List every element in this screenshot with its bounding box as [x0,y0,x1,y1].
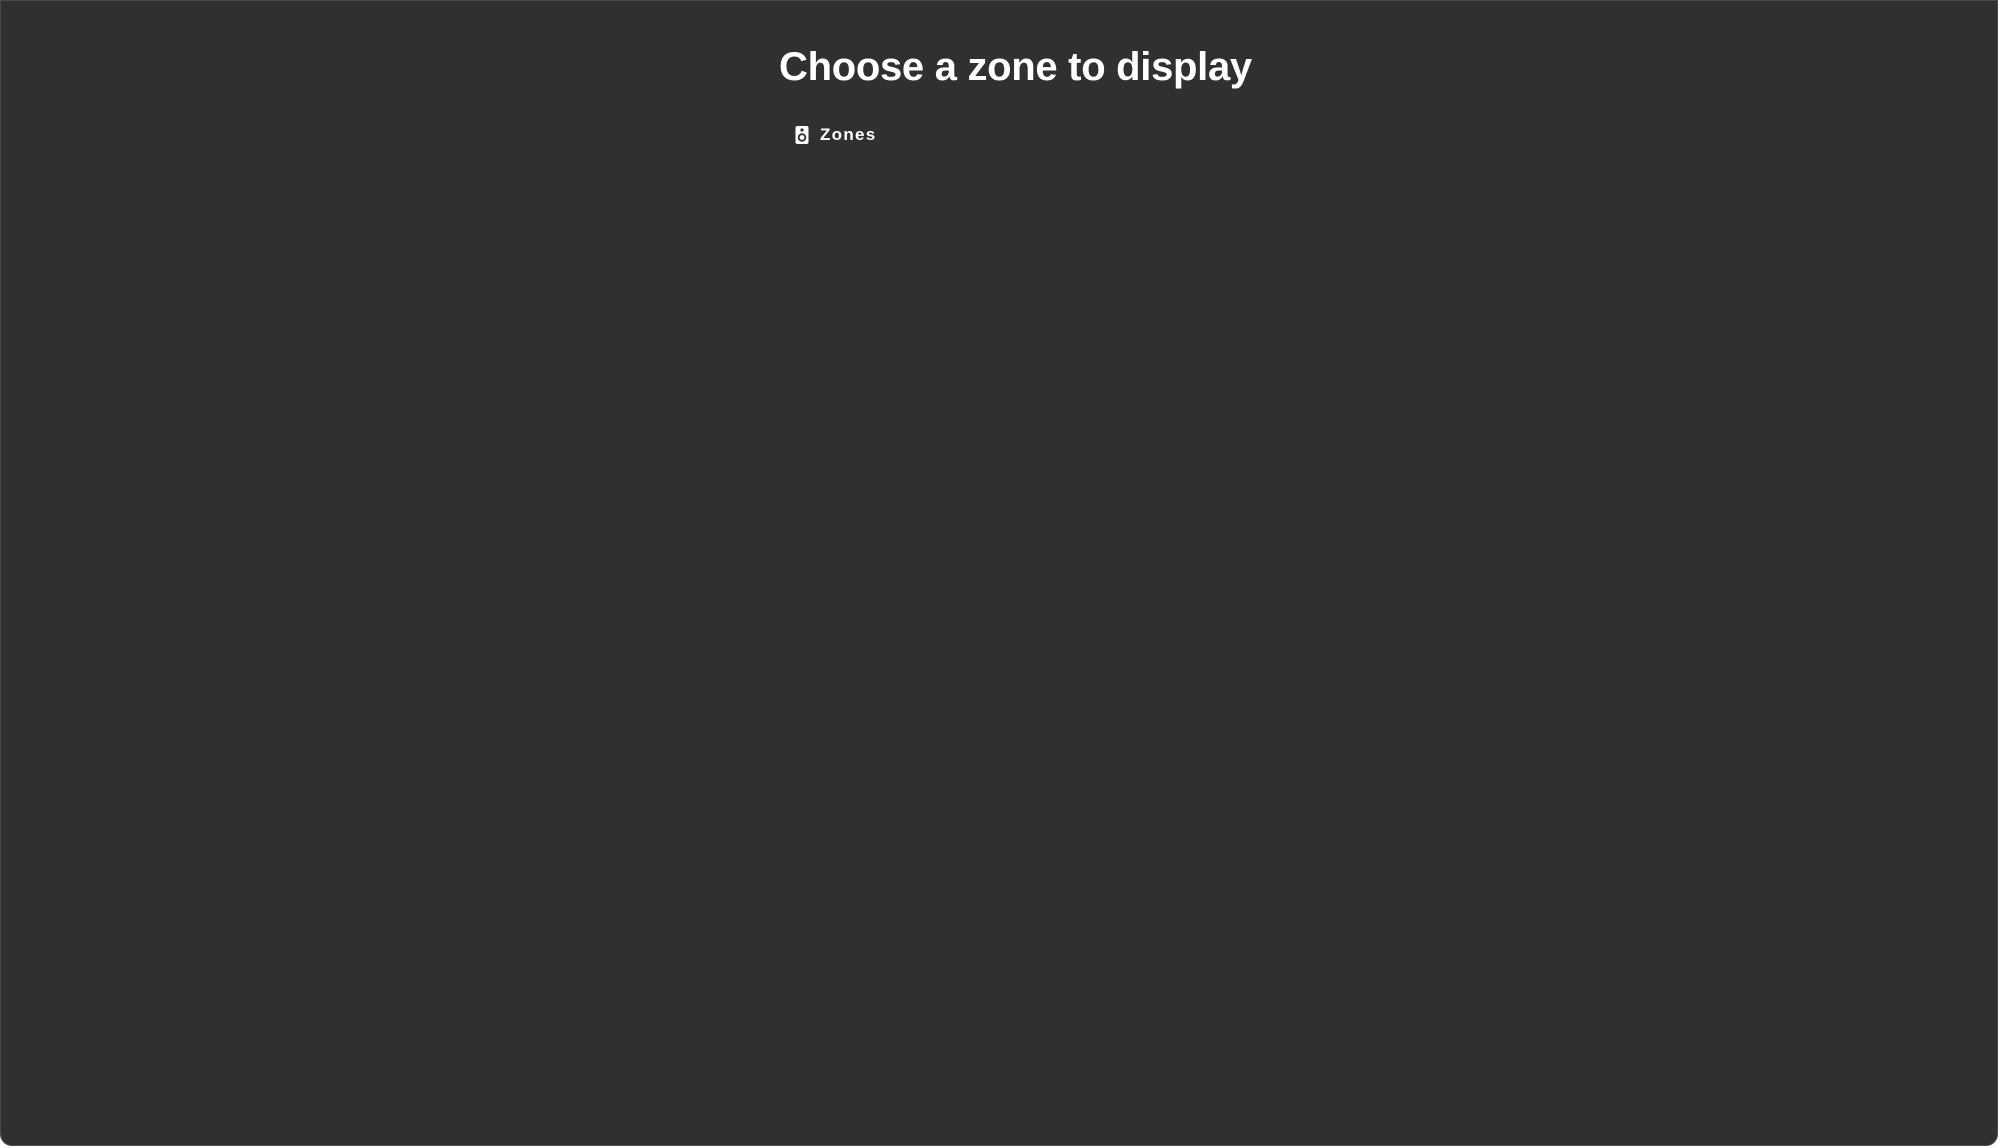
app-window: Choose a zone to display Zones [0,0,1998,1146]
zones-button-label: Zones [820,125,877,144]
page-title: Choose a zone to display [779,45,1252,89]
zones-button[interactable]: Zones [784,116,887,154]
speaker-icon [794,125,810,145]
zone-picker: Choose a zone to display Zones [779,41,1252,144]
